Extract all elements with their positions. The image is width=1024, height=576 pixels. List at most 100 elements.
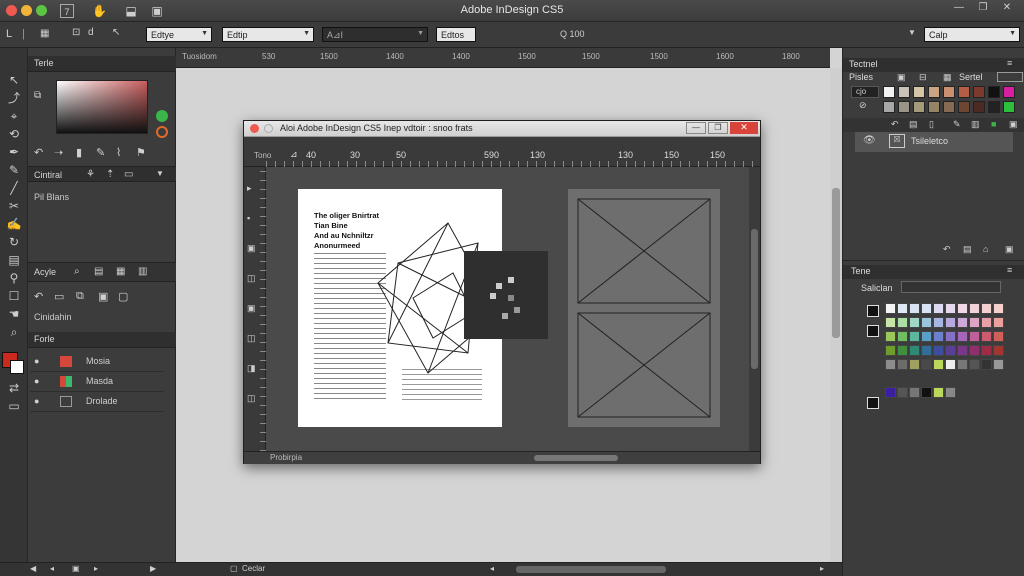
swatch-name-field[interactable] bbox=[901, 281, 1001, 293]
color-swatch[interactable] bbox=[969, 317, 980, 328]
selection-tool-icon[interactable]: ↖ bbox=[5, 72, 23, 88]
zoom-tool-icon[interactable]: ⌕ bbox=[5, 324, 23, 340]
color-swatch[interactable] bbox=[883, 101, 895, 113]
color-swatch[interactable] bbox=[981, 317, 992, 328]
document-page-2[interactable] bbox=[568, 189, 720, 427]
panel-menu-icon[interactable]: ⧉ bbox=[34, 90, 41, 101]
color-swatch[interactable] bbox=[913, 101, 925, 113]
new-icon[interactable]: ↶ bbox=[943, 244, 951, 255]
color-swatch[interactable] bbox=[958, 86, 970, 98]
prev-page-icon[interactable]: ◂ bbox=[50, 564, 54, 573]
doc-close-icon[interactable]: ✕ bbox=[730, 122, 758, 134]
color-swatch[interactable] bbox=[993, 303, 1004, 314]
swap-colors-icon[interactable]: ⇄ bbox=[5, 380, 23, 396]
color-swatch[interactable] bbox=[933, 359, 944, 370]
trash-icon[interactable]: ▥ bbox=[138, 266, 147, 277]
color-swatch[interactable] bbox=[1003, 101, 1015, 113]
color-swatch[interactable] bbox=[885, 331, 896, 342]
color-swatch[interactable] bbox=[973, 86, 985, 98]
search-icon[interactable]: ⌕ bbox=[74, 266, 80, 277]
color-swatch[interactable] bbox=[909, 359, 920, 370]
color-swatch[interactable] bbox=[909, 317, 920, 328]
lock-icon[interactable]: ⌂ bbox=[983, 244, 988, 254]
layers-icon[interactable]: ▦ bbox=[943, 72, 952, 83]
color-swatch[interactable] bbox=[898, 101, 910, 113]
horizontal-ruler[interactable]: Tuosidom 530 1500 1400 1400 1500 1500 15… bbox=[176, 48, 830, 68]
horizontal-scroll-thumb[interactable] bbox=[516, 566, 666, 573]
color-swatch[interactable] bbox=[957, 345, 968, 356]
page-tool-icon[interactable]: ⌖ bbox=[5, 108, 23, 124]
color-swatch[interactable] bbox=[909, 345, 920, 356]
font-dropdown[interactable]: Edtip ▼ bbox=[222, 27, 314, 42]
grid-icon[interactable]: ▦ bbox=[40, 28, 49, 39]
doc-close-button[interactable] bbox=[250, 124, 259, 133]
color-swatch[interactable] bbox=[981, 359, 992, 370]
color-swatch[interactable] bbox=[885, 303, 896, 314]
color-swatch[interactable] bbox=[993, 345, 1004, 356]
color-swatch[interactable] bbox=[945, 387, 956, 398]
green-status-icon[interactable] bbox=[156, 110, 168, 122]
scroll-left-icon[interactable]: ◂ bbox=[490, 564, 494, 573]
eye-icon[interactable]: ● bbox=[34, 376, 39, 386]
chevron-down-icon[interactable]: ▼ bbox=[156, 169, 164, 178]
undo-icon[interactable]: ↶ bbox=[34, 290, 43, 303]
color-swatch[interactable] bbox=[933, 345, 944, 356]
color-swatch[interactable] bbox=[933, 387, 944, 398]
direct-select-tool-icon[interactable]: ⤴ bbox=[5, 90, 23, 106]
color-swatch[interactable] bbox=[883, 86, 895, 98]
brush-tool-icon[interactable]: ✍ bbox=[5, 216, 23, 232]
color-swatch[interactable] bbox=[897, 317, 908, 328]
color-swatch[interactable] bbox=[885, 317, 896, 328]
box-icon[interactable]: ▭ bbox=[124, 169, 133, 180]
up-icon[interactable]: ⇡ bbox=[106, 169, 114, 180]
color-swatch[interactable] bbox=[993, 359, 1004, 370]
registration-swatch[interactable] bbox=[867, 325, 879, 337]
scroll-thumb[interactable] bbox=[832, 188, 840, 338]
page-icon[interactable]: ▣ bbox=[72, 564, 80, 573]
note-tool-icon[interactable]: ☐ bbox=[5, 288, 23, 304]
flag-icon[interactable]: ⚑ bbox=[136, 146, 146, 159]
minimize-icon[interactable]: — bbox=[950, 2, 968, 16]
none-swatch-icon[interactable]: ⊘ bbox=[859, 100, 867, 111]
black-swatch-2[interactable] bbox=[867, 397, 879, 409]
color-swatch[interactable] bbox=[958, 101, 970, 113]
color-swatch[interactable] bbox=[928, 86, 940, 98]
pen-icon[interactable]: ✎ bbox=[96, 146, 105, 159]
color-swatch[interactable] bbox=[921, 303, 932, 314]
color-swatch[interactable] bbox=[909, 387, 920, 398]
line-tool-icon[interactable]: L bbox=[6, 28, 12, 40]
zoom-field[interactable]: Q 100 bbox=[560, 29, 585, 39]
stack-icon[interactable]: ▣ bbox=[98, 290, 108, 303]
color-panel-tab[interactable]: Terle bbox=[28, 56, 176, 72]
color-swatch[interactable] bbox=[969, 345, 980, 356]
gap-tool-icon[interactable]: ⟲ bbox=[5, 126, 23, 142]
run-icon[interactable]: ⚘ bbox=[86, 169, 95, 180]
size-dropdown[interactable]: A⊿I ▼ bbox=[322, 27, 428, 42]
layer-row[interactable]: ● Mosia bbox=[30, 352, 164, 372]
layers-panel-tab[interactable]: Forle bbox=[28, 332, 176, 348]
box-icon-2[interactable]: ▢ bbox=[118, 290, 128, 303]
path-icon[interactable]: ⌇ bbox=[116, 146, 121, 159]
rotate-icon[interactable]: ↶ bbox=[891, 119, 899, 130]
color-swatch[interactable] bbox=[885, 387, 896, 398]
rotate-left-icon[interactable]: ↶ bbox=[34, 146, 43, 159]
color-swatch[interactable] bbox=[945, 359, 956, 370]
color-swatch[interactable] bbox=[973, 101, 985, 113]
preflight-icon[interactable]: ▢ bbox=[230, 564, 238, 573]
color-swatch[interactable] bbox=[885, 345, 896, 356]
color-swatch[interactable] bbox=[988, 86, 1000, 98]
swatch-field[interactable]: cjo bbox=[851, 86, 879, 98]
first-page-icon[interactable]: ◀ bbox=[30, 564, 36, 573]
doc-restore-icon[interactable]: ❐ bbox=[708, 122, 728, 134]
color-swatch[interactable] bbox=[897, 359, 908, 370]
next-icon[interactable]: ▸ bbox=[94, 564, 98, 573]
color-swatch[interactable] bbox=[945, 317, 956, 328]
color-swatch[interactable] bbox=[981, 345, 992, 356]
color-swatch[interactable] bbox=[969, 303, 980, 314]
color-swatch[interactable] bbox=[897, 345, 908, 356]
color-swatch[interactable] bbox=[1003, 86, 1015, 98]
eyedropper-tool-icon[interactable]: ⚲ bbox=[5, 270, 23, 286]
color-swatch[interactable] bbox=[933, 317, 944, 328]
doc-horizontal-scroll-thumb[interactable] bbox=[534, 455, 618, 461]
layers-icon-2[interactable]: ▤ bbox=[963, 244, 972, 255]
